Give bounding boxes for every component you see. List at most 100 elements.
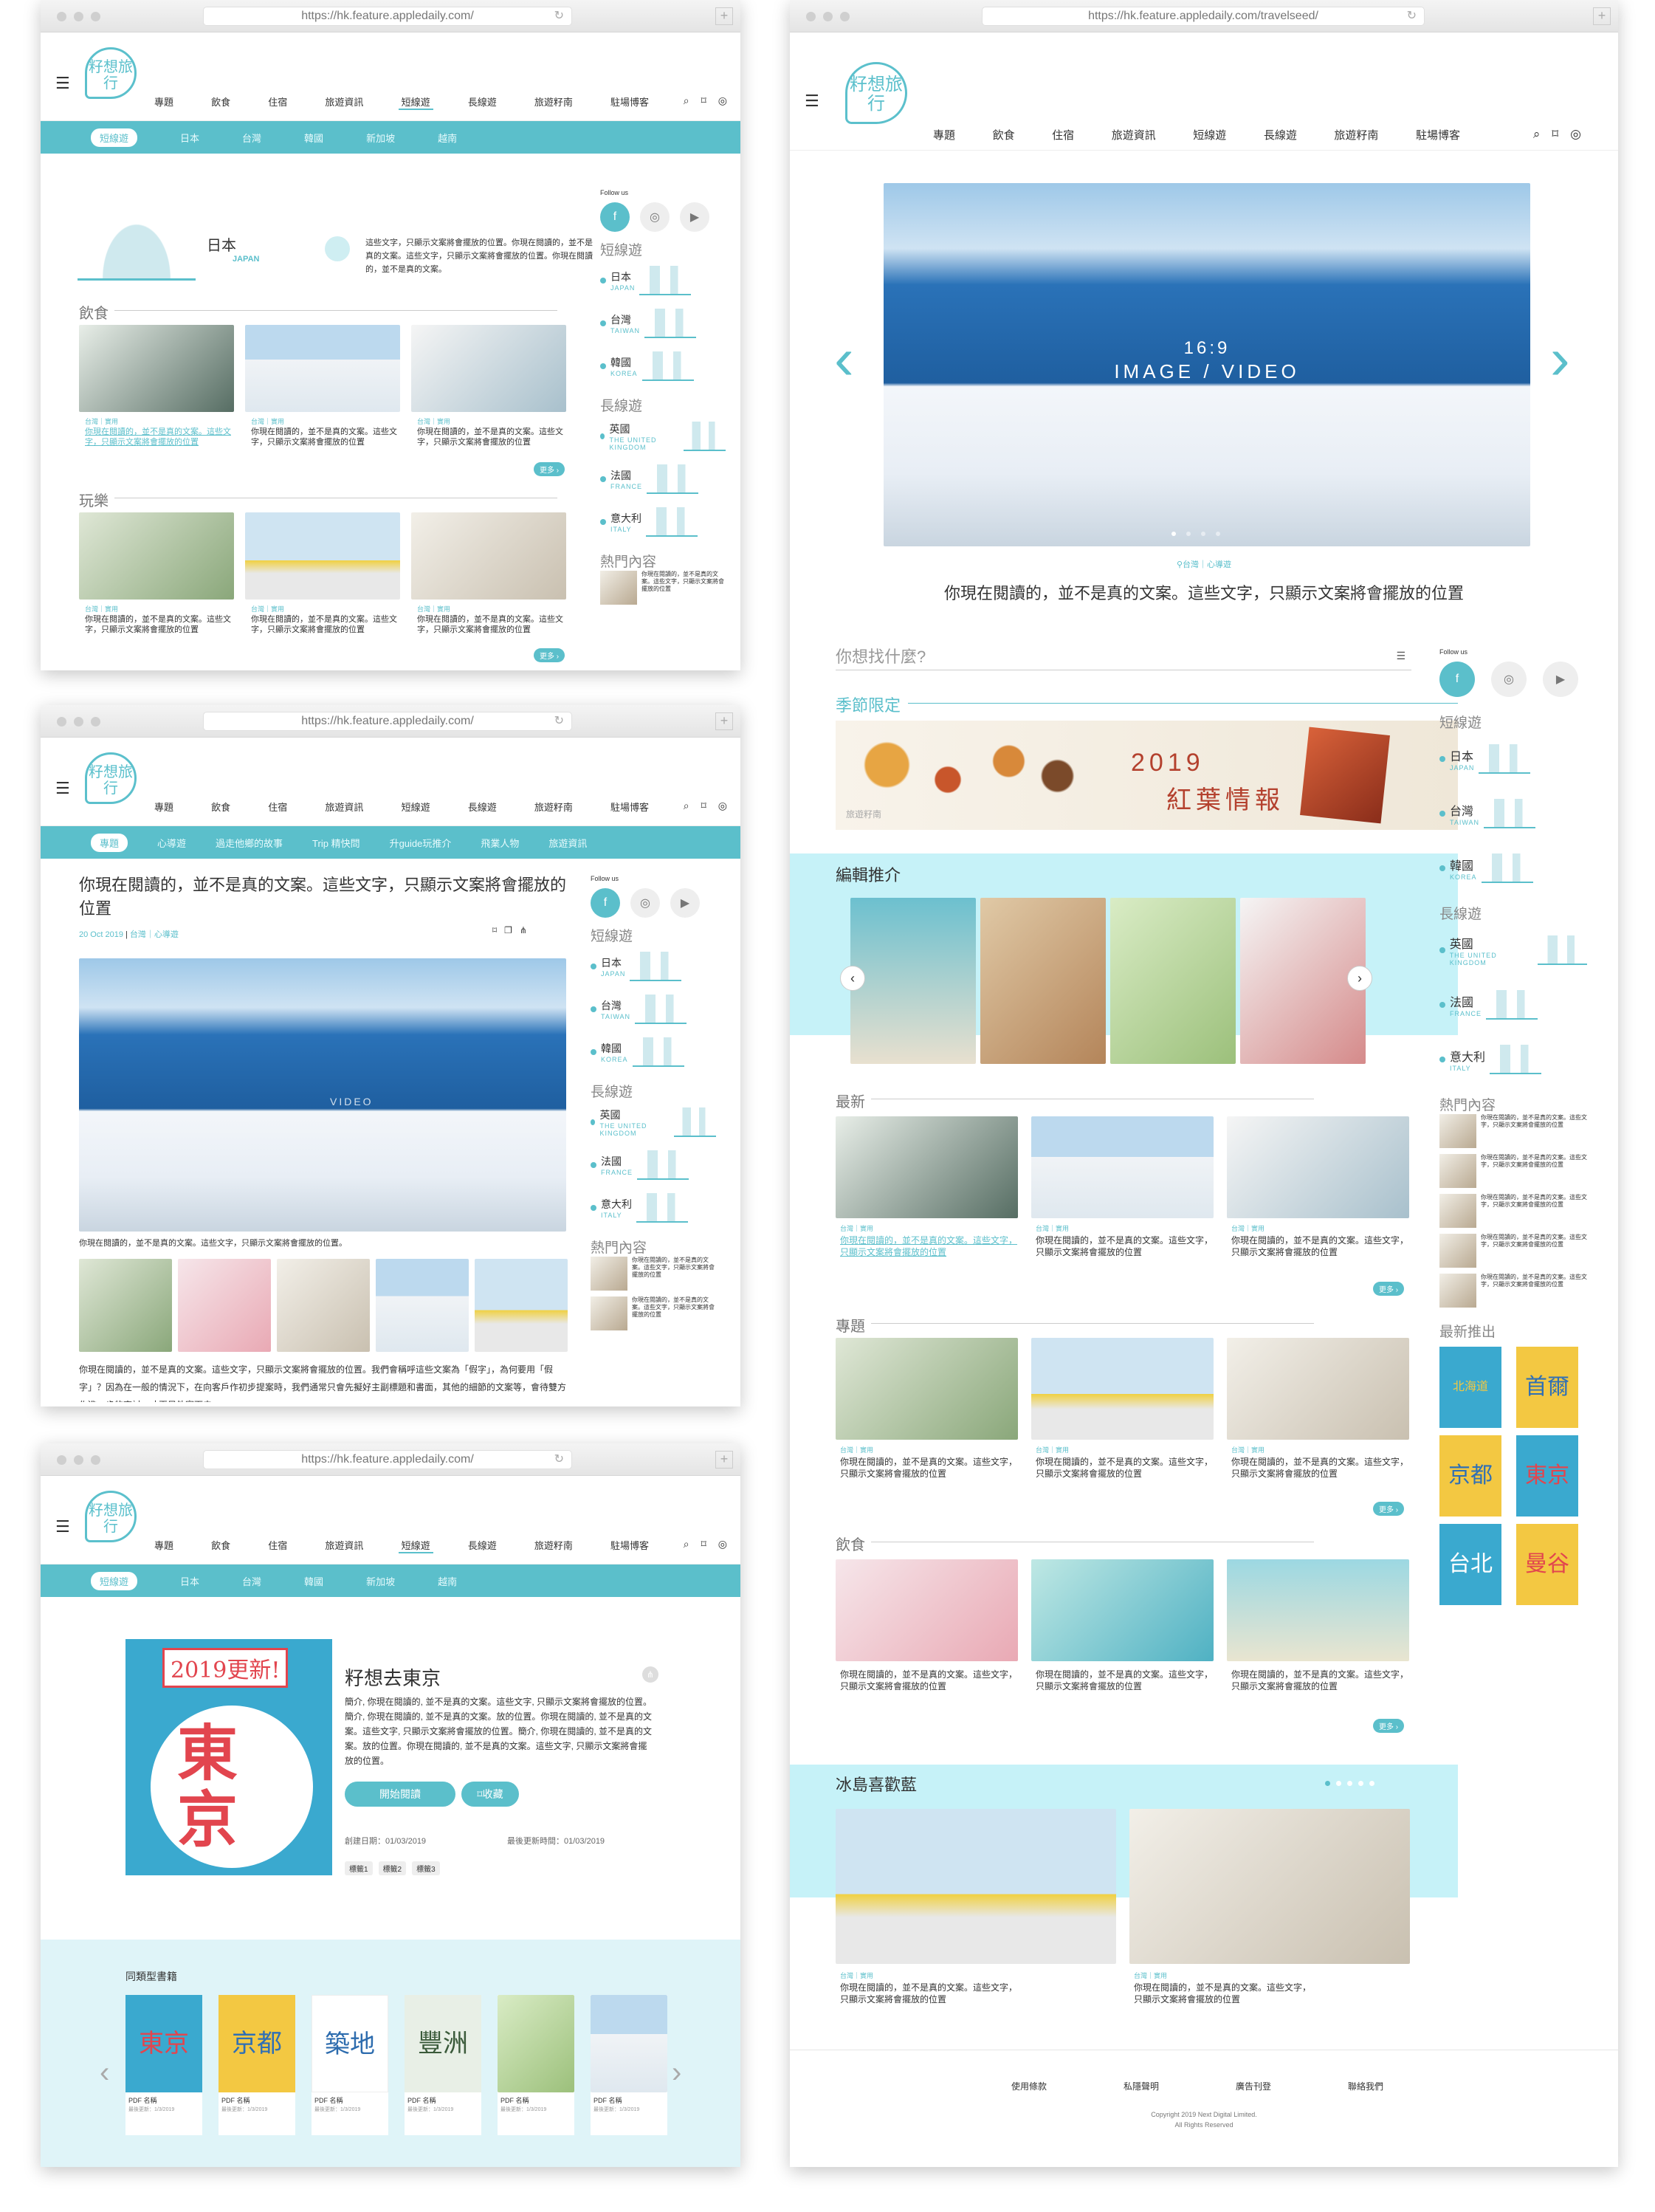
article-caption[interactable]: 台灣｜實用 你現在閱讀的，並不是真的文案。這些文字，只顯示文案將會擺放的位置 [251,416,399,447]
book-card[interactable]: 豐洲 PDF 名稱 最後更新：1/3/2019 [405,1995,481,2135]
book-cover[interactable]: 首爾 [1516,1347,1578,1428]
book-cover[interactable]: 京都 [1439,1435,1501,1517]
nav-item[interactable]: 專題 [151,1538,176,1553]
bookmark-icon[interactable]: ⌑ [492,925,497,935]
book-card[interactable]: 東京 PDF 名稱 最後更新：1/3/2019 [125,1995,202,2135]
user-icon[interactable]: ◎ [1570,127,1581,142]
hot-item[interactable]: 你現在閱讀的，並不是真的文案。這些文字，只顯示文案將會擺放的位置 [1439,1234,1587,1274]
nav-item[interactable]: 飲食 [208,1538,233,1553]
search-icon[interactable]: ⌕ [684,95,689,107]
facebook-icon[interactable]: f [1439,662,1475,697]
book-card[interactable]: 京都 PDF 名稱 最後更新：1/3/2019 [219,1995,295,2135]
gallery-thumb[interactable] [277,1259,370,1352]
book-card[interactable]: PDF 名稱 最後更新：1/3/2019 [498,1995,574,2135]
article-image[interactable] [79,512,234,600]
nav-item[interactable]: 長線遊 [465,800,500,814]
gallery-thumb[interactable] [376,1259,469,1352]
iceland-image[interactable] [1129,1809,1410,1964]
prev-arrow-icon[interactable]: ‹ [100,2043,109,2102]
article-image[interactable] [836,1116,1018,1218]
nav-item[interactable]: 飲食 [208,95,233,110]
address-bar[interactable]: https://hk.feature.appledaily.com/ ↻ [203,712,572,731]
next-arrow-icon[interactable]: › [1550,329,1570,388]
sub-nav-item[interactable]: 韓國 [304,1574,323,1588]
book-card[interactable]: 築地 PDF 名稱 最後更新：1/3/2019 [312,1995,388,2135]
article-image[interactable] [79,325,234,412]
country-link[interactable]: 韓國 KOREA [591,1031,716,1074]
favorite-button[interactable]: ⌑收藏 [461,1782,519,1807]
more-button[interactable]: 更多 › [534,462,565,476]
editor-pick-image[interactable] [1110,898,1236,1064]
new-tab-button[interactable]: + [1593,7,1611,25]
nav-item[interactable]: 專題 [151,95,176,110]
nav-item[interactable]: 長線遊 [465,1538,500,1553]
nav-item[interactable]: 住宿 [1049,127,1077,142]
instagram-icon[interactable]: ◎ [630,888,660,918]
article-image[interactable] [1227,1116,1409,1218]
filter-icon[interactable]: ☰ [1396,650,1405,662]
sub-nav-item[interactable]: Trip 精快問 [312,836,360,850]
article-image[interactable] [1227,1338,1409,1440]
more-button[interactable]: 更多 › [1373,1719,1405,1733]
sub-nav-item[interactable]: 新加坡 [366,131,395,145]
window-controls[interactable] [57,12,100,21]
sub-nav-item[interactable]: 升guide玩推介 [390,836,452,850]
country-link[interactable]: 英國 THE UNITED KINGDOM [600,415,726,458]
article-caption[interactable]: 台灣｜實用 你現在閱讀的，並不是真的文案。這些文字，只顯示文案將會擺放的位置 [840,1444,1017,1480]
hero-slider[interactable]: 16:9 IMAGE / VIDEO [884,183,1530,546]
share-icon[interactable]: ⋔ [642,1666,658,1683]
reload-icon[interactable]: ↻ [554,1451,564,1469]
article-image[interactable] [245,325,400,412]
nav-item[interactable]: 駐場博客 [608,95,652,110]
iceland-image[interactable] [836,1809,1116,1964]
site-logo[interactable]: 籽想旅行 [85,1491,137,1542]
book-cover[interactable]: 東京 [1516,1435,1578,1517]
article-caption[interactable]: 台灣｜實用 你現在閱讀的，並不是真的文案。這些文字，只顯示文案將會擺放的位置 [840,1970,1017,2005]
article-caption[interactable]: 台灣｜實用 你現在閱讀的，並不是真的文案。這些文字，只顯示文案將會擺放的位置 [1036,1223,1213,1258]
nav-item[interactable]: 住宿 [265,800,290,814]
hot-item[interactable]: 你現在閱讀的，並不是真的文案。這些文字，只顯示文案將會擺放的位置 [1439,1114,1587,1154]
sub-nav-item[interactable]: 日本 [180,131,199,145]
start-reading-button[interactable]: 開始閱讀 [345,1782,455,1807]
country-link[interactable]: 台灣 TAIWAN [600,302,726,345]
country-link[interactable]: 韓國 KOREA [1439,841,1587,896]
sub-nav-item[interactable]: 過走他鄉的故事 [216,836,283,850]
carousel-next-button[interactable]: › [1347,966,1372,991]
article-caption[interactable]: 你現在閱讀的，並不是真的文案。這些文字，只顯示文案將會擺放的位置 [1036,1669,1213,1692]
article-caption[interactable]: 台灣｜實用 你現在閱讀的，並不是真的文案。這些文字，只顯示文案將會擺放的位置 [251,604,399,635]
season-banner[interactable]: 2019 紅葉情報 旅遊籽南 [836,721,1458,830]
country-link[interactable]: 韓國 KOREA [600,345,726,388]
sub-nav-item[interactable]: 旅遊資訊 [548,836,587,850]
country-link[interactable]: 意大利 ITALY [1439,1032,1587,1087]
youtube-icon[interactable]: ▶ [680,202,709,232]
footer-link[interactable]: 使用條款 [1011,2080,1047,2092]
bookmark-icon[interactable]: ⌑ [701,1538,706,1550]
nav-item[interactable]: 飲食 [208,800,233,814]
gallery-thumb[interactable] [178,1259,271,1352]
window-controls[interactable] [806,12,850,21]
book-cover[interactable]: 2019更新! 東京 [125,1639,332,1875]
facebook-icon[interactable]: f [591,888,620,918]
facebook-icon[interactable]: f [600,202,630,232]
slider-dots[interactable] [1171,532,1220,536]
new-tab-button[interactable]: + [715,7,733,25]
nav-item[interactable]: 住宿 [265,95,290,110]
article-caption[interactable]: 台灣｜實用 你現在閱讀的，並不是真的文案。這些文字，只顯示文案將會擺放的位置 [1231,1223,1408,1258]
article-hero-image[interactable]: VIDEO [79,958,566,1232]
address-bar[interactable]: https://hk.feature.appledaily.com/ ↻ [203,1450,572,1469]
gallery-thumb[interactable] [79,1259,172,1352]
book-cover[interactable]: 曼谷 [1516,1524,1578,1605]
window-controls[interactable] [57,1455,100,1465]
article-caption[interactable]: 台灣｜實用 你現在閱讀的，並不是真的文案。這些文字，只顯示文案將會擺放的位置 [1231,1444,1408,1480]
youtube-icon[interactable]: ▶ [1543,662,1578,697]
country-link[interactable]: 日本 JAPAN [1439,732,1587,786]
nav-item[interactable]: 旅遊籽南 [531,800,576,814]
country-link[interactable]: 英國 THE UNITED KINGDOM [591,1101,716,1144]
carousel-prev-button[interactable]: ‹ [840,966,865,991]
sub-nav-item[interactable]: 心導遊 [157,836,186,850]
menu-icon[interactable]: ☰ [55,1517,70,1536]
address-bar[interactable]: https://hk.feature.appledaily.com/travel… [982,7,1425,26]
sub-nav-item[interactable]: 台灣 [242,131,261,145]
nav-item[interactable]: 旅遊籽南 [1331,127,1381,142]
user-icon[interactable]: ◎ [718,95,727,107]
